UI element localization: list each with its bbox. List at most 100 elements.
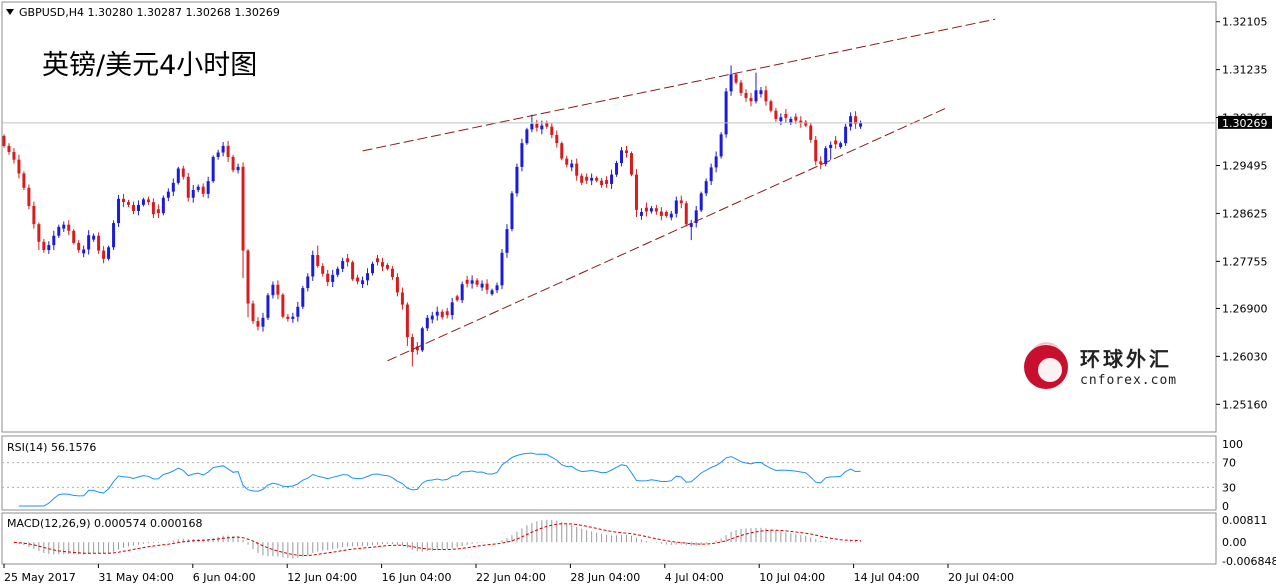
rsi-tick-label: 0 [1222,500,1229,513]
candle-body [480,283,484,288]
candle-body [336,268,340,275]
candle-body [605,180,609,184]
candle-body [669,213,673,218]
time-tick-label: 10 Jul 04:00 [759,571,825,584]
macd-tick-label: 0.00 [1222,536,1247,549]
candle-body [291,316,295,319]
candle-body [366,273,370,281]
candle-body [654,208,658,212]
candle-body [201,186,205,194]
candle-body [430,315,434,320]
candle-body [704,181,708,194]
candle-body [465,279,469,284]
candle-body [460,284,464,301]
time-tick-label: 22 Jun 04:00 [476,571,546,584]
candle-body [92,235,96,240]
candle-body [565,158,569,165]
candle-body [505,229,509,253]
candle-body [809,125,813,140]
rsi-tick-label: 30 [1222,481,1236,494]
candle-body [186,176,190,198]
candle-body [7,145,11,152]
candle-body [689,223,693,227]
candle-body [475,280,479,285]
price-tick-label: 1.26030 [1222,350,1268,363]
candle-body [102,250,106,259]
candle-body [112,223,116,248]
candle-body [659,211,663,216]
candle-body [829,144,833,149]
candle-body [610,174,614,184]
candle-body [77,242,81,251]
candle-body [679,200,683,204]
candle-body [390,268,394,278]
candle-body [570,163,574,168]
candle-body [749,98,753,102]
candle-body [485,283,489,290]
candle-body [22,173,26,188]
candle-body [12,151,16,160]
rsi-frame [1,435,1217,511]
candle-body [410,337,414,352]
candle-body [470,280,474,284]
candle-body [117,198,121,224]
time-tick-label: 12 Jun 04:00 [287,571,357,584]
cnforex-logo: 环球外汇 cnforex.com [1024,342,1177,389]
time-tick-label: 16 Jun 04:00 [382,571,452,584]
candle-body [361,280,365,285]
candle-body [440,311,444,318]
candle-body [47,245,51,251]
candle-body [206,181,210,194]
candle-body [535,123,539,128]
candle-body [620,150,624,164]
logo-text-cn: 环球外汇 [1080,347,1172,371]
candle-body [794,116,798,121]
logo-text-site: cnforex.com [1080,373,1177,388]
price-tick-label: 1.32105 [1222,16,1268,29]
candle-body [545,122,549,127]
candle-body [221,145,225,153]
candle-body [714,156,718,168]
candle-body [849,116,853,127]
candle-body [834,140,838,145]
candle-body [515,166,519,194]
candle-body [684,203,688,225]
time-tick-label: 14 Jul 04:00 [854,571,920,584]
candle-body [844,126,848,144]
price-tick-label: 1.28625 [1222,207,1268,220]
candle-body [67,224,71,231]
candle-body [331,274,335,283]
candle-body [530,123,534,130]
gbpusd-h4-chart: 100 70 30 0 0.00811 0.00 -0.006848 1.32105 1.3… [1,1,1276,584]
candle-body [789,118,793,123]
candle-body [590,177,594,181]
candle-body [127,202,130,205]
candle-body [371,263,375,274]
candle-body [674,200,678,214]
candle-body [42,241,46,251]
candle-body [724,91,728,135]
candle-body [380,262,384,267]
candle-body [82,249,86,254]
candle-body [615,163,619,175]
candle-body [595,177,599,181]
rsi-tick-label: 100 [1222,438,1243,451]
chart-title-overlay: 英镑/美元4小时图 [42,50,257,81]
current-price-value: 1.30269 [1222,117,1268,130]
candle-body [400,292,404,305]
time-tick-label: 20 Jul 04:00 [948,571,1014,584]
candle-body [261,317,265,327]
candle-body [734,74,738,83]
candle-body [405,304,409,338]
candle-body [490,290,494,295]
macd-label: MACD(12,26,9) 0.000574 0.000168 [7,517,203,530]
candle-body [759,90,763,95]
time-tick-label: 4 Jul 04:00 [665,571,724,584]
candle-body [784,113,788,118]
candle-body [176,168,180,183]
candle-body [779,117,783,122]
candle-body [141,199,145,205]
candle-body [634,174,638,210]
candle-body [286,316,290,319]
candle-body [97,235,101,251]
